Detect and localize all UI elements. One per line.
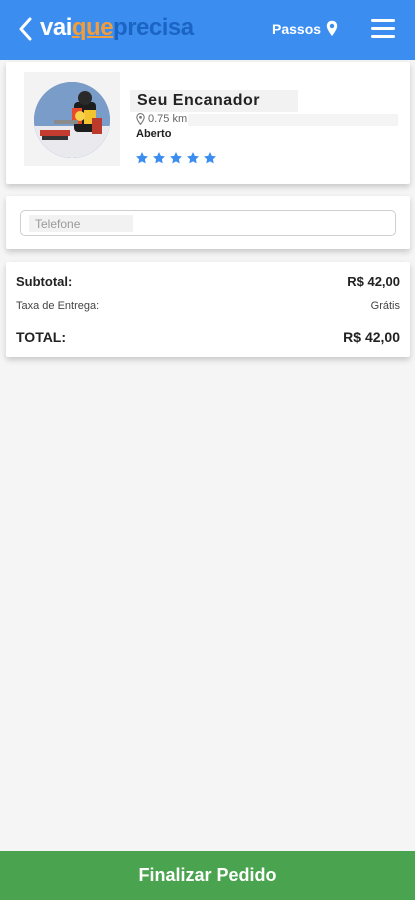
store-card: Seu Encanador 0.75 km Aberto	[6, 62, 410, 184]
delivery-fee-row: Taxa de Entrega: Grátis	[16, 300, 400, 312]
total-label: TOTAL:	[16, 329, 67, 345]
store-thumbnail	[24, 72, 120, 166]
app-logo: vaiqueprecisa	[40, 14, 194, 42]
store-rating	[135, 151, 217, 165]
logo-part-precisa: precisa	[113, 14, 194, 41]
subtotal-row: Subtotal: R$ 42,00	[16, 274, 400, 289]
star-icon	[136, 152, 148, 164]
map-pin-icon	[326, 20, 338, 36]
subtotal-value: R$ 42,00	[347, 274, 400, 289]
order-summary: Subtotal: R$ 42,00 Taxa de Entrega: Grát…	[6, 262, 410, 357]
phone-card	[6, 196, 410, 249]
star-icon	[153, 152, 165, 164]
delivery-fee-label: Taxa de Entrega:	[16, 300, 100, 312]
phone-input[interactable]	[35, 214, 375, 233]
store-avatar-image	[34, 82, 110, 158]
logo-part-vai: vai	[40, 14, 72, 41]
store-distance-value: 0.75 km	[148, 113, 188, 125]
star-icon	[170, 152, 182, 164]
store-status: Aberto	[136, 128, 172, 140]
finish-order-button[interactable]: Finalizar Pedido	[0, 851, 415, 900]
logo-part-que: que	[71, 14, 114, 41]
hamburger-menu-icon[interactable]	[371, 19, 395, 39]
steps-button[interactable]: Passos	[272, 20, 338, 37]
steps-label: Passos	[272, 20, 322, 37]
star-icon	[204, 152, 216, 164]
app-header: vaiqueprecisa Passos	[0, 0, 415, 60]
chevron-left-icon[interactable]	[18, 17, 32, 41]
delivery-fee-value: Grátis	[370, 300, 400, 312]
store-name: Seu Encanador	[137, 92, 260, 109]
subtotal-label: Subtotal:	[16, 274, 73, 289]
phone-field	[20, 210, 396, 236]
total-value: R$ 42,00	[343, 329, 400, 345]
total-row: TOTAL: R$ 42,00	[16, 329, 400, 345]
map-pin-icon	[136, 113, 145, 125]
store-distance: 0.75 km	[136, 113, 187, 125]
star-icon	[187, 152, 199, 164]
